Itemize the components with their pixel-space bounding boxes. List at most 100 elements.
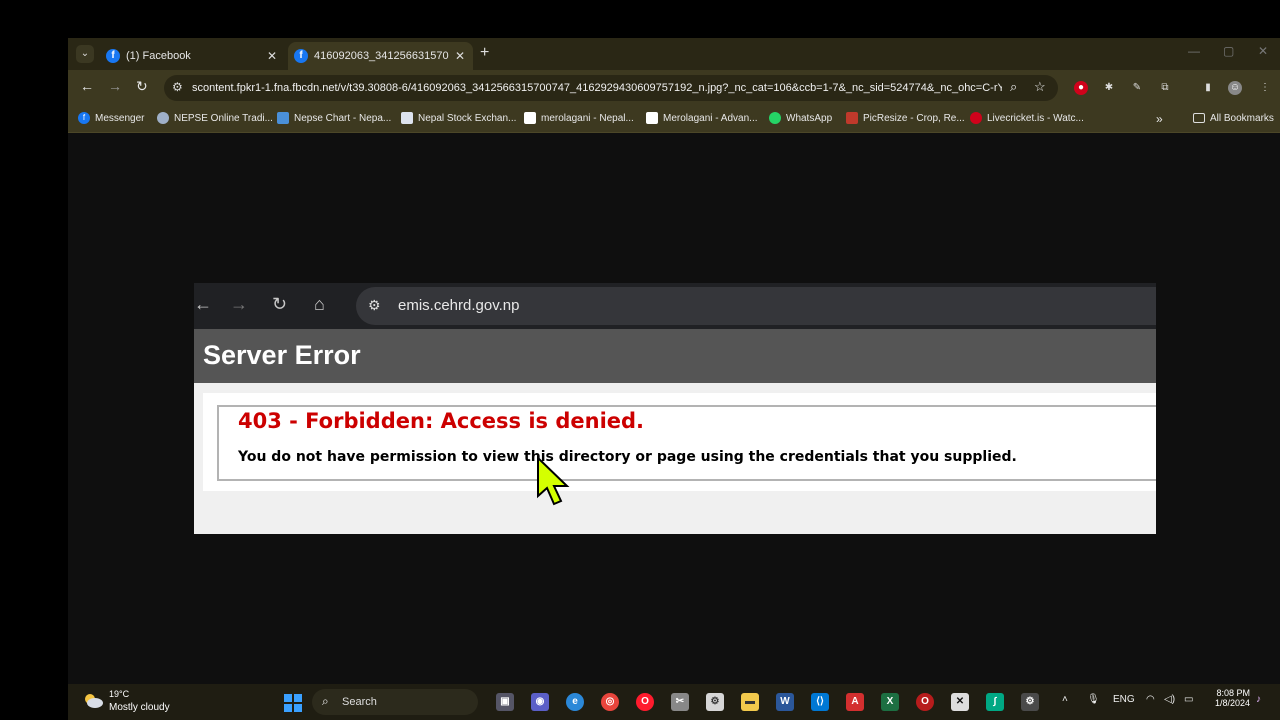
desktop-screen: ⌄ f (1) Facebook ✕ f 416092063_341256631… [68,38,1280,720]
facebook-icon: f [106,49,120,63]
address-url: scontent.fpkr1-1.fna.fbcdn.net/v/t39.308… [192,82,1002,94]
taskbar-search[interactable]: ⌕ Search [312,689,478,715]
back-icon: ← [194,294,212,314]
browser-toolbar: ← → ↻ ⚙ scontent.fpkr1-1.fna.fbcdn.net/v… [68,70,1280,106]
bookmark-nepse-chart[interactable]: Nepse Chart - Nepa... [277,106,391,132]
taskbar: 19°C Mostly cloudy ⌕ Search ▣ ◉ e ◎ O ✂ … [68,684,1280,720]
search-label: Search [342,696,377,708]
tab-strip: ⌄ f (1) Facebook ✕ f 416092063_341256631… [68,38,1280,70]
forward-icon: → [230,294,248,314]
page-icon [401,112,413,125]
excel-icon[interactable]: X [881,693,899,711]
vscode-icon[interactable]: ⟨⟩ [811,693,829,711]
bookmark-picresize[interactable]: PicResize - Crop, Re... [846,106,965,132]
extension-icon[interactable]: ✎ [1130,81,1144,95]
tab-title: 416092063_3412566315700747 [314,50,449,62]
volume-icon[interactable]: ◁) [1164,694,1175,705]
bookmark-nepse-online[interactable]: NEPSE Online Tradi... [157,106,273,132]
language-indicator[interactable]: ENG [1113,694,1135,705]
opera-icon[interactable]: O [636,693,654,711]
bookmark-nepal-stock[interactable]: Nepal Stock Exchan... [401,106,516,132]
settings-app-icon[interactable]: ⚙ [706,693,724,711]
word-icon[interactable]: W [776,693,794,711]
messenger-icon: f [78,112,90,125]
settings-gear-icon[interactable]: ⚙ [1021,693,1039,711]
extensions-puzzle-icon[interactable]: ⧉ [1158,81,1172,95]
profile-avatar[interactable]: ☺ [1228,81,1242,95]
error-panel: 403 - Forbidden: Access is denied. You d… [203,393,1156,491]
reload-button[interactable]: ↻ [136,78,148,95]
chrome-icon[interactable]: ◎ [601,693,619,711]
capcut-icon[interactable]: ✕ [951,693,969,711]
embedded-browser-bar: ← → ↻ ⌂ ⚙ emis.cehrd.gov.np [194,283,1156,329]
app-icon[interactable]: ∫ [986,693,1004,711]
snipping-tool-icon[interactable]: ✂ [671,693,689,711]
more-bookmarks-icon[interactable]: » [1156,106,1163,132]
minimize-button[interactable]: — [1188,44,1200,58]
chart-icon [277,112,289,125]
clock-date: 1/8/2024 [1214,698,1250,708]
tab-search-button[interactable]: ⌄ [76,45,94,63]
new-tab-button[interactable]: + [480,44,489,62]
bookmark-livecricket[interactable]: Livecricket.is - Watc... [970,106,1084,132]
site-info-icon: ⚙ [368,297,381,313]
whatsapp-icon [769,112,781,125]
bookmark-messenger[interactable]: f Messenger [78,106,144,132]
bookmark-merolagani-advan[interactable]: Merolagani - Advan... [646,106,758,132]
home-icon: ⌂ [314,294,325,314]
zoom-icon[interactable]: ⌕ [1010,79,1017,95]
extension-icon[interactable]: ● [1074,81,1088,95]
maximize-button[interactable]: ▢ [1223,44,1234,58]
error-title: 403 - Forbidden: Access is denied. [238,409,645,433]
battery-icon[interactable]: ▭ [1184,694,1193,705]
weather-condition[interactable]: Mostly cloudy [109,702,170,713]
file-explorer-icon[interactable]: ▬ [741,693,759,711]
bookmark-star-icon[interactable]: ☆ [1034,79,1046,95]
opera-gx-icon[interactable]: O [916,693,934,711]
show-hidden-icons[interactable]: ˄ [1062,694,1068,705]
close-tab-icon[interactable]: ✕ [455,42,465,70]
cricket-icon [970,112,982,125]
bookmark-merolagani-nepal[interactable]: merolagani - Nepal... [524,106,634,132]
error-message: You do not have permission to view this … [238,449,1017,465]
forward-button[interactable]: → [108,78,122,94]
picresize-icon [846,112,858,125]
bookmarks-bar: f Messenger NEPSE Online Tradi... Nepse C… [68,106,1280,133]
temperature: 19°C [109,689,130,699]
microphone-icon[interactable]: 🎙 [1087,694,1100,705]
menu-icon[interactable]: ⋮ [1258,81,1272,95]
extension-icon[interactable]: ✱ [1102,81,1116,95]
system-clock[interactable]: 8:08 PM 1/8/2024 [1208,688,1250,708]
all-bookmarks-button[interactable]: All Bookmarks [1193,106,1274,132]
embedded-address-bar: ⚙ emis.cehrd.gov.np [356,287,1156,325]
close-tab-icon[interactable]: ✕ [267,42,277,70]
close-window-button[interactable]: ✕ [1258,44,1268,58]
acrobat-icon[interactable]: A [846,693,864,711]
notification-bell-icon[interactable]: ♪ [1256,694,1261,705]
edge-icon[interactable]: e [566,693,584,711]
back-button[interactable]: ← [80,78,94,94]
embedded-url: emis.cehrd.gov.np [398,297,520,314]
page-icon [646,112,658,125]
address-bar[interactable]: ⚙ scontent.fpkr1-1.fna.fbcdn.net/v/t39.3… [164,75,1058,101]
cloud-icon [85,694,103,708]
tab-title: (1) Facebook [126,50,191,62]
wifi-icon[interactable]: ◠ [1146,694,1155,705]
tab-facebook[interactable]: f (1) Facebook ✕ [100,42,285,70]
windows-start-icon[interactable] [284,694,302,712]
displayed-image: ← → ↻ ⌂ ⚙ emis.cehrd.gov.np Server Error… [194,283,1156,534]
search-icon: ⌕ [322,694,329,708]
error-box: 403 - Forbidden: Access is denied. You d… [217,405,1156,481]
clock-time: 8:08 PM [1216,688,1250,698]
folder-icon [1193,113,1205,124]
page-icon [524,112,536,125]
reload-icon: ↻ [272,294,288,314]
side-panel-icon[interactable]: ▮ [1201,81,1215,95]
nepse-icon [157,112,169,125]
site-info-icon[interactable]: ⚙ [172,80,183,94]
bookmark-whatsapp[interactable]: WhatsApp [769,106,832,132]
server-error-header: Server Error [194,329,1156,383]
tab-image[interactable]: f 416092063_3412566315700747 ✕ [288,42,473,70]
task-view-icon[interactable]: ▣ [496,693,514,711]
teams-icon[interactable]: ◉ [531,693,549,711]
